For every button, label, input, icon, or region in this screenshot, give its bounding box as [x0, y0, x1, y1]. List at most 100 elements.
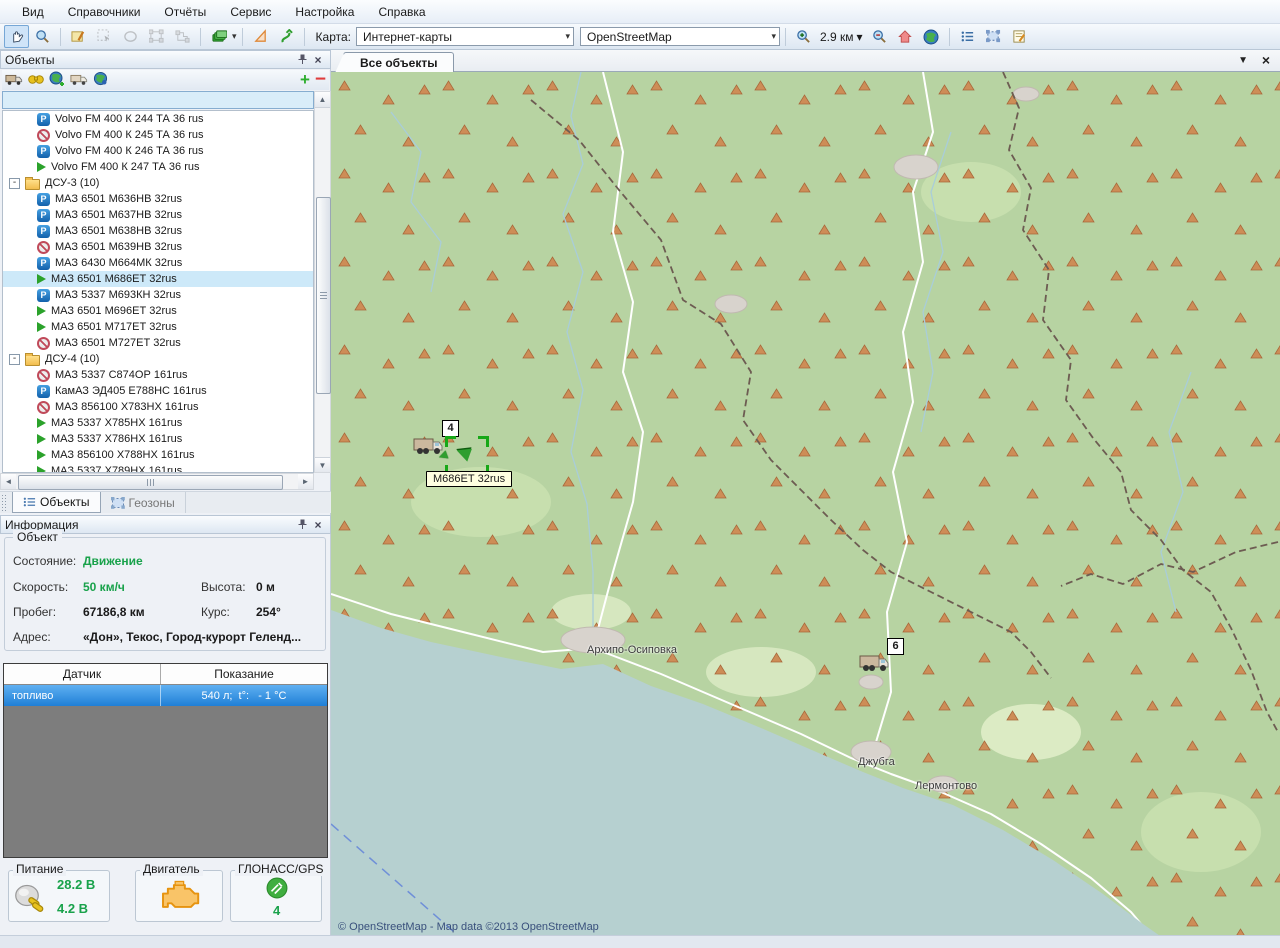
map-canvas[interactable]: Архипо-Осиповка Джубга Лермонтово 4 М686… — [331, 72, 1280, 938]
tree-item[interactable]: МАЗ 6501 М696ЕТ 32rus — [3, 303, 313, 319]
tab-objects[interactable]: Объекты — [12, 492, 101, 513]
add-object-button[interactable]: + — [300, 73, 310, 87]
moving-icon — [37, 418, 46, 428]
select-cursor-icon — [97, 29, 112, 44]
layers-caret[interactable]: ▾ — [232, 32, 237, 41]
select-region-icon — [986, 29, 1001, 44]
map-provider-combo[interactable]: Интернет-карты▾ — [356, 27, 574, 46]
remove-object-button[interactable]: − — [315, 74, 326, 86]
tree-item[interactable]: МАЗ 856100 Х788НХ 161rus — [3, 447, 313, 463]
tab-geozones[interactable]: Геозоны — [101, 492, 186, 513]
tree-item[interactable]: КамАЗ ЭД405 Е788НС 161rus — [3, 383, 313, 399]
close-icon[interactable]: × — [310, 53, 326, 67]
object-tree[interactable]: Volvo FM 400 К 244 ТА 36 rus Volvo FM 400… — [2, 110, 314, 473]
altitude-value: 0 м — [256, 580, 275, 594]
tree-item[interactable]: МАЗ 5337 Х789НХ 161rus — [3, 463, 313, 473]
parked-icon — [37, 113, 50, 126]
layers-button[interactable] — [206, 25, 231, 48]
tree-item-label: ДСУ-3 (10) — [45, 177, 99, 189]
cluster-count-badge[interactable]: 4 — [442, 420, 459, 437]
tree-item[interactable]: МАЗ 6501 М637НВ 32rus — [3, 207, 313, 223]
tree-item[interactable]: МАЗ 5337 Х785НХ 161rus — [3, 415, 313, 431]
tree-vertical-scrollbar[interactable]: ▲ ▼ — [314, 91, 331, 473]
zoom-tool-button[interactable] — [30, 25, 55, 48]
tree-item[interactable]: МАЗ 6501 М638НВ 32rus — [3, 223, 313, 239]
column-sensor[interactable]: Датчик — [4, 664, 161, 684]
zoom-in-icon — [796, 29, 811, 44]
tree-item[interactable]: МАЗ 6501 М686ЕТ 32rus — [3, 271, 313, 287]
tree-item-label: Volvo FM 400 К 245 ТА 36 rus — [55, 129, 204, 141]
globe-add-button[interactable] — [49, 71, 65, 90]
object-filter-input[interactable] — [2, 91, 314, 109]
track-button[interactable] — [274, 25, 299, 48]
satellite-count: 4 — [273, 903, 280, 918]
tree-item[interactable]: МАЗ 856100 Х783НХ 161rus — [3, 399, 313, 415]
menu-servis[interactable]: Сервис — [218, 2, 283, 22]
tab-label: Геозоны — [129, 496, 175, 510]
drag-handle[interactable] — [2, 495, 7, 511]
menu-vid[interactable]: Вид — [10, 2, 56, 22]
scroll-thumb[interactable] — [18, 475, 283, 490]
map-attribution: © OpenStreetMap - Map data ©2013 OpenStr… — [338, 921, 599, 933]
tree-item[interactable]: МАЗ 5337 М693КН 32rus — [3, 287, 313, 303]
follow-object-button[interactable] — [70, 72, 88, 89]
tree-item[interactable]: МАЗ 6430 М664МК 32rus — [3, 255, 313, 271]
home-button[interactable] — [893, 25, 918, 48]
tree-item[interactable]: Volvo FM 400 К 246 ТА 36 rus — [3, 143, 313, 159]
tree-item[interactable]: МАЗ 5337 Х786НХ 161rus — [3, 431, 313, 447]
tree-item[interactable]: МАЗ 6501 М639НВ 32rus — [3, 239, 313, 255]
tree-group[interactable]: ДСУ-3 (10) — [3, 175, 313, 191]
scroll-right-arrow[interactable]: ► — [298, 474, 313, 489]
scroll-thumb[interactable] — [316, 197, 331, 394]
menu-otchety[interactable]: Отчёты — [152, 2, 218, 22]
zoom-in-button[interactable] — [791, 25, 816, 48]
expander-icon[interactable] — [9, 354, 20, 365]
sensor-row[interactable]: топливо 540 л; t°: - 1 °С — [4, 685, 327, 706]
select-region-button[interactable] — [981, 25, 1006, 48]
menu-spravochniki[interactable]: Справочники — [56, 2, 153, 22]
polygon-tool-button[interactable] — [170, 25, 195, 48]
column-reading[interactable]: Показание — [161, 664, 327, 684]
tree-item[interactable]: Volvo FM 400 К 244 ТА 36 rus — [3, 111, 313, 127]
map-tab-label: Все объекты — [360, 56, 437, 70]
selected-object-marker[interactable] — [445, 436, 489, 476]
expander-icon[interactable] — [9, 178, 20, 189]
tree-group[interactable]: ДСУ-4 (10) — [3, 351, 313, 367]
close-icon[interactable]: × — [310, 518, 326, 532]
scroll-down-arrow[interactable]: ▼ — [315, 457, 330, 472]
pan-tool-button[interactable] — [4, 25, 29, 48]
tree-item[interactable]: Volvo FM 400 К 247 ТА 36 rus — [3, 159, 313, 175]
tree-item[interactable]: МАЗ 6501 М727ЕТ 32rus — [3, 335, 313, 351]
menu-nastroika[interactable]: Настройка — [283, 2, 366, 22]
tree-item[interactable]: МАЗ 6501 М717ЕТ 32rus — [3, 319, 313, 335]
zoom-out-button[interactable] — [867, 25, 892, 48]
legend-button[interactable] — [955, 25, 980, 48]
map-tab-close-icon[interactable]: × — [1262, 52, 1270, 68]
search-objects-button[interactable] — [28, 72, 44, 88]
tree-item[interactable]: Volvo FM 400 К 245 ТА 36 rus — [3, 127, 313, 143]
scale-combo[interactable]: 2.9 км▾ — [817, 30, 866, 44]
edit-map-button[interactable] — [66, 25, 91, 48]
rectangle-tool-button[interactable] — [144, 25, 169, 48]
select-cursor-button[interactable] — [92, 25, 117, 48]
ellipse-tool-button[interactable] — [118, 25, 143, 48]
tree-item[interactable]: МАЗ 5337 С874ОР 161rus — [3, 367, 313, 383]
tree-horizontal-scrollbar[interactable]: ◄ ► — [0, 473, 314, 490]
tab-list-caret-icon[interactable]: ▼ — [1238, 55, 1248, 66]
pin-icon[interactable] — [294, 53, 310, 67]
map-tab-all-objects[interactable]: Все объекты — [343, 52, 454, 73]
vehicle-marker-truck[interactable] — [859, 651, 889, 673]
measure-button[interactable] — [248, 25, 273, 48]
menu-spravka[interactable]: Справка — [366, 2, 437, 22]
truck2-icon — [70, 72, 88, 86]
notes-button[interactable] — [1007, 25, 1032, 48]
show-on-map-button[interactable] — [93, 71, 108, 89]
globe-button[interactable] — [919, 25, 944, 48]
scroll-up-arrow[interactable]: ▲ — [315, 92, 330, 108]
pin-icon[interactable] — [294, 518, 310, 532]
map-layer-combo[interactable]: OpenStreetMap▾ — [580, 27, 780, 46]
tree-item[interactable]: МАЗ 6501 М636НВ 32rus — [3, 191, 313, 207]
cluster-count-badge[interactable]: 6 — [887, 638, 904, 655]
scroll-left-arrow[interactable]: ◄ — [1, 474, 16, 489]
show-object-button[interactable] — [5, 72, 23, 89]
